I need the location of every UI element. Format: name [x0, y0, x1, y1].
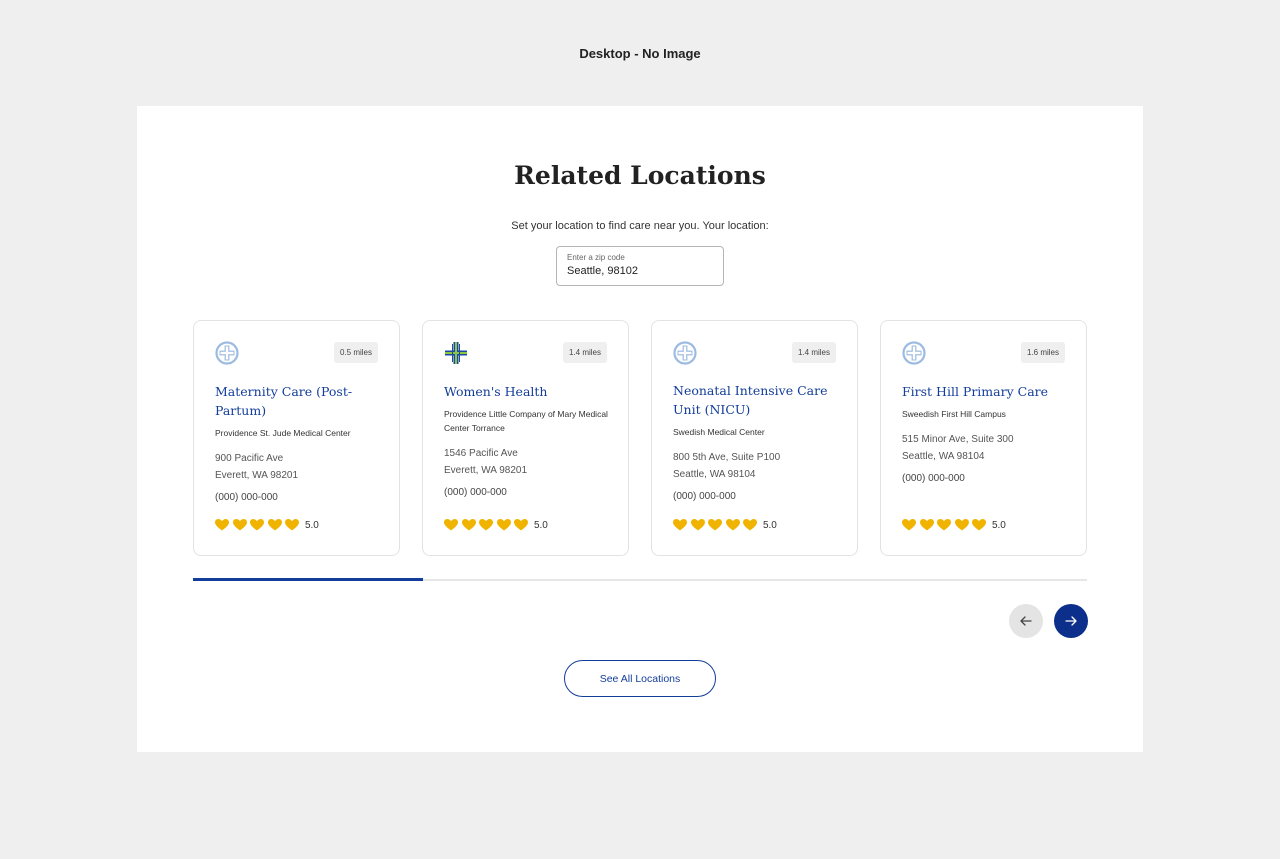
circle-cross-logo-icon [673, 341, 697, 365]
distance-badge: 0.5 miles [333, 342, 378, 363]
carousel-progress-fill [193, 578, 423, 581]
rating: 5.0 [444, 519, 548, 531]
location-title-link[interactable]: Neonatal Intensive Care Unit (NICU) [673, 381, 836, 419]
rating-value: 5.0 [533, 519, 548, 531]
phone-number[interactable]: (000) 000-000 [215, 492, 278, 503]
circle-cross-logo-icon [215, 341, 239, 365]
facility-name: Providence Little Company of Mary Medica… [444, 409, 608, 433]
arrow-left-icon [1020, 616, 1032, 626]
heart-icon [690, 519, 705, 531]
heart-icon [743, 519, 758, 531]
heart-icon [972, 519, 987, 531]
location-card[interactable]: 1.4 miles Neonatal Intensive Care Unit (… [651, 320, 858, 556]
address-line-2: Seattle, WA 98104 [902, 451, 985, 462]
location-title-link[interactable]: Women's Health [444, 382, 607, 401]
rating-value: 5.0 [762, 519, 777, 531]
address-line-1: 515 Minor Ave, Suite 300 [902, 434, 1014, 445]
heart-icon [514, 519, 529, 531]
location-card[interactable]: 0.5 miles Maternity Care (Post-Partum) P… [193, 320, 400, 556]
rating: 5.0 [902, 519, 1006, 531]
facility-name: Providence St. Jude Medical Center [215, 428, 351, 438]
see-all-locations-button[interactable]: See All Locations [564, 660, 716, 697]
address-line-2: Everett, WA 98201 [444, 465, 528, 476]
zip-code-input[interactable] [567, 265, 713, 277]
heart-icon [708, 519, 723, 531]
arrow-right-icon [1065, 616, 1077, 626]
heart-icon [479, 519, 494, 531]
address-line-1: 900 Pacific Ave [215, 453, 284, 464]
heart-icon [250, 519, 265, 531]
address-line-1: 1546 Pacific Ave [444, 448, 518, 459]
location-card[interactable]: 1.6 miles First Hill Primary Care Sweedi… [880, 320, 1087, 556]
heart-icon [937, 519, 952, 531]
heart-icon [444, 519, 458, 531]
heart-icon [215, 519, 229, 531]
address-line-1: 800 5th Ave, Suite P100 [673, 452, 781, 463]
facility-name: Sweedish First Hill Campus [902, 409, 1006, 419]
phone-number[interactable]: (000) 000-000 [902, 473, 965, 484]
heart-icon [902, 519, 916, 531]
related-locations-panel: Related Locations Set your location to f… [137, 106, 1143, 752]
location-title-link[interactable]: Maternity Care (Post-Partum) [215, 382, 378, 420]
heart-icon [954, 519, 969, 531]
distance-badge: 1.6 miles [1020, 342, 1065, 363]
providence-cross-logo-icon [445, 342, 467, 364]
heart-icon [919, 519, 934, 531]
rating-value: 5.0 [991, 519, 1006, 531]
circle-cross-logo-icon [902, 341, 926, 365]
zip-code-label: Enter a zip code [567, 253, 625, 262]
phone-number[interactable]: (000) 000-000 [673, 491, 736, 502]
phone-number[interactable]: (000) 000-000 [444, 487, 507, 498]
facility-name: Swedish Medical Center [673, 427, 765, 437]
location-card[interactable]: 1.4 miles Women's Health Providence Litt… [422, 320, 629, 556]
heart-icon [725, 519, 740, 531]
distance-badge: 1.4 miles [791, 342, 836, 363]
location-title-link[interactable]: First Hill Primary Care [902, 382, 1065, 401]
carousel-next-button[interactable] [1054, 604, 1088, 638]
zip-code-field[interactable]: Enter a zip code [556, 246, 724, 286]
rating: 5.0 [215, 519, 319, 531]
heart-icon [232, 519, 247, 531]
rating: 5.0 [673, 519, 777, 531]
rating-value: 5.0 [304, 519, 319, 531]
heart-icon [461, 519, 476, 531]
section-title: Related Locations [514, 161, 766, 190]
heart-icon [285, 519, 300, 531]
address-line-2: Everett, WA 98201 [215, 470, 299, 481]
heart-icon [496, 519, 511, 531]
heart-icon [267, 519, 282, 531]
heart-icon [673, 519, 687, 531]
distance-badge: 1.4 miles [562, 342, 607, 363]
carousel-prev-button[interactable] [1009, 604, 1043, 638]
address-line-2: Seattle, WA 98104 [673, 469, 756, 480]
section-subtitle: Set your location to find care near you.… [511, 220, 769, 232]
frame-label: Desktop - No Image [579, 46, 701, 61]
